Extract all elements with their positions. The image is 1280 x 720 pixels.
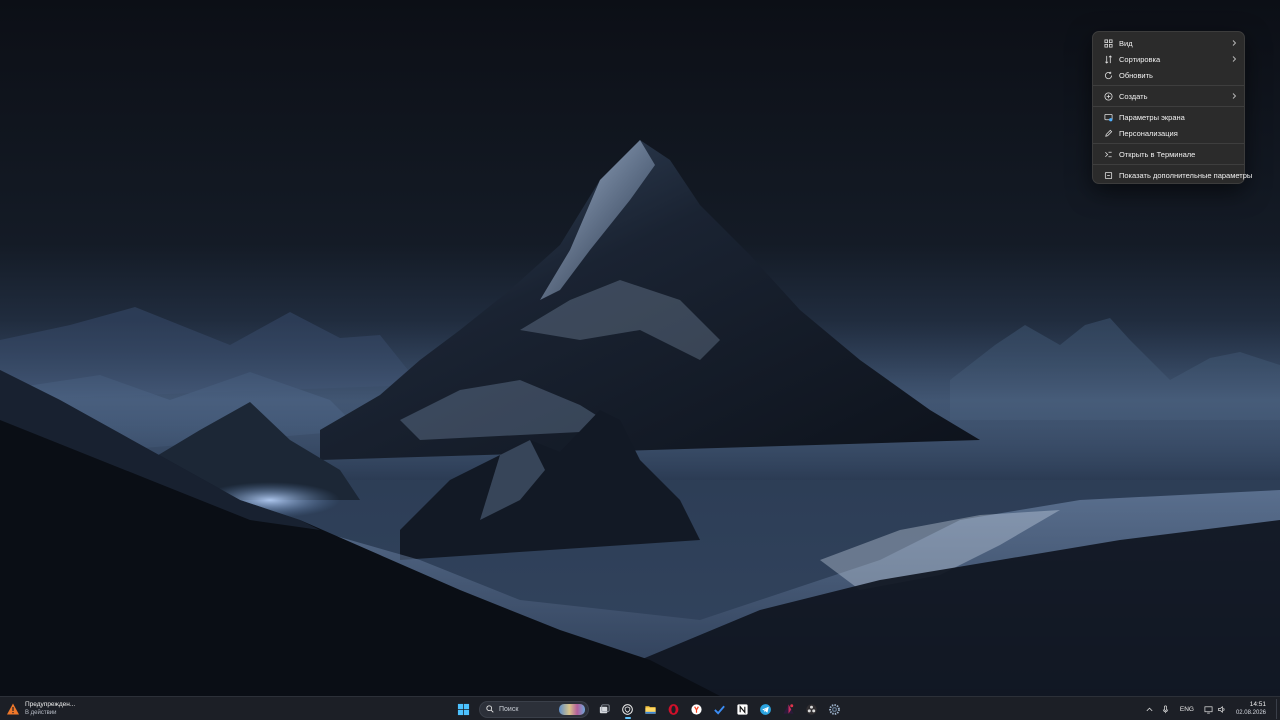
more-options-icon [1104, 171, 1113, 180]
opera-icon [668, 703, 679, 715]
task-view-icon [599, 703, 610, 713]
obs-icon [806, 703, 817, 715]
volume-icon [1217, 705, 1225, 713]
menu-item-view[interactable]: Вид [1096, 35, 1241, 51]
display-icon [1204, 705, 1213, 713]
app-file-explorer[interactable] [641, 699, 661, 719]
menu-item-label: Сортировка [1119, 54, 1161, 64]
menu-item-refresh[interactable]: Обновить [1096, 67, 1241, 83]
microphone-button[interactable] [1159, 699, 1173, 719]
menu-item-show-more-options[interactable]: Показать дополнительные параметры [1096, 167, 1252, 183]
search-icon [486, 705, 494, 713]
menu-item-label: Создать [1119, 91, 1148, 101]
notification-subtitle: В действии [25, 710, 57, 716]
terminal-icon [1104, 150, 1113, 159]
menu-separator [1093, 143, 1244, 144]
grid-view-icon [1104, 38, 1113, 48]
windows-logo-icon [457, 703, 470, 715]
app-opera[interactable] [664, 699, 684, 719]
gear-icon [829, 703, 840, 715]
taskbar-apps: Поиск [452, 697, 846, 720]
system-tray: ENG 14:51 02.08.2026 [1142, 697, 1280, 720]
refresh-icon [1104, 71, 1113, 80]
menu-item-personalize[interactable]: Персонализация [1096, 125, 1241, 141]
menu-separator [1093, 106, 1244, 107]
start-button[interactable] [454, 699, 474, 719]
telegram-icon [760, 703, 771, 715]
app-settings[interactable] [825, 699, 845, 719]
clock-time: 14:51 [1249, 701, 1266, 708]
notification-title: Предупрежден... [25, 701, 76, 708]
warning-triangle-icon [7, 703, 19, 715]
menu-item-display-settings[interactable]: Параметры экрана [1096, 109, 1241, 125]
chevron-right-icon [1230, 39, 1238, 47]
warning-notification[interactable]: Предупрежден... В действии [6, 699, 75, 719]
task-view-button[interactable] [595, 699, 615, 719]
chevron-up-icon [1146, 707, 1153, 711]
mountain-landscape-image [0, 0, 1280, 696]
menu-item-label: Параметры экрана [1119, 112, 1185, 122]
app-telegram[interactable] [756, 699, 776, 719]
show-desktop-button[interactable] [1276, 699, 1280, 719]
taskbar: Предупрежден... В действии Поиск ENG 14:… [0, 696, 1280, 720]
desktop-wallpaper[interactable] [0, 0, 1280, 696]
app-chatgpt[interactable] [618, 699, 638, 719]
app-affinity[interactable] [779, 699, 799, 719]
clock[interactable]: 14:51 02.08.2026 [1236, 701, 1266, 717]
menu-item-label: Показать дополнительные параметры [1119, 170, 1253, 180]
menu-separator [1093, 164, 1244, 165]
folder-icon [645, 705, 656, 714]
app-yandex-browser[interactable] [687, 699, 707, 719]
search-box[interactable]: Поиск [479, 700, 589, 718]
checkmark-icon [714, 705, 725, 715]
menu-item-label: Обновить [1119, 70, 1153, 80]
notion-icon [737, 703, 748, 715]
search-highlight-image [559, 703, 585, 715]
plus-circle-icon [1104, 91, 1113, 101]
openai-icon [622, 703, 633, 715]
menu-item-sort[interactable]: Сортировка [1096, 51, 1241, 67]
language-indicator[interactable]: ENG [1180, 706, 1194, 713]
quick-settings-button[interactable] [1202, 705, 1228, 714]
tray-overflow-button[interactable] [1143, 699, 1157, 719]
desktop-context-menu: Вид Сортировка Обновить Создать Параметр… [1092, 31, 1252, 184]
app-notion[interactable] [733, 699, 753, 719]
menu-item-label: Вид [1119, 38, 1133, 48]
menu-item-new[interactable]: Создать [1096, 88, 1241, 104]
affinity-icon [783, 703, 794, 714]
display-settings-icon [1104, 113, 1113, 122]
app-todo[interactable] [710, 699, 730, 719]
pen-icon [1104, 129, 1113, 138]
menu-item-label: Персонализация [1119, 128, 1178, 138]
microphone-icon [1163, 705, 1169, 713]
search-placeholder: Поиск [499, 705, 519, 713]
sort-icon [1104, 54, 1113, 64]
app-obs[interactable] [802, 699, 822, 719]
menu-item-open-terminal[interactable]: Открыть в Терминале [1096, 146, 1241, 162]
menu-separator [1093, 85, 1244, 86]
clock-date: 02.08.2026 [1235, 710, 1266, 716]
chevron-right-icon [1230, 55, 1238, 63]
menu-item-label: Открыть в Терминале [1119, 149, 1196, 159]
yandex-icon [691, 703, 702, 715]
chevron-right-icon [1230, 92, 1238, 100]
